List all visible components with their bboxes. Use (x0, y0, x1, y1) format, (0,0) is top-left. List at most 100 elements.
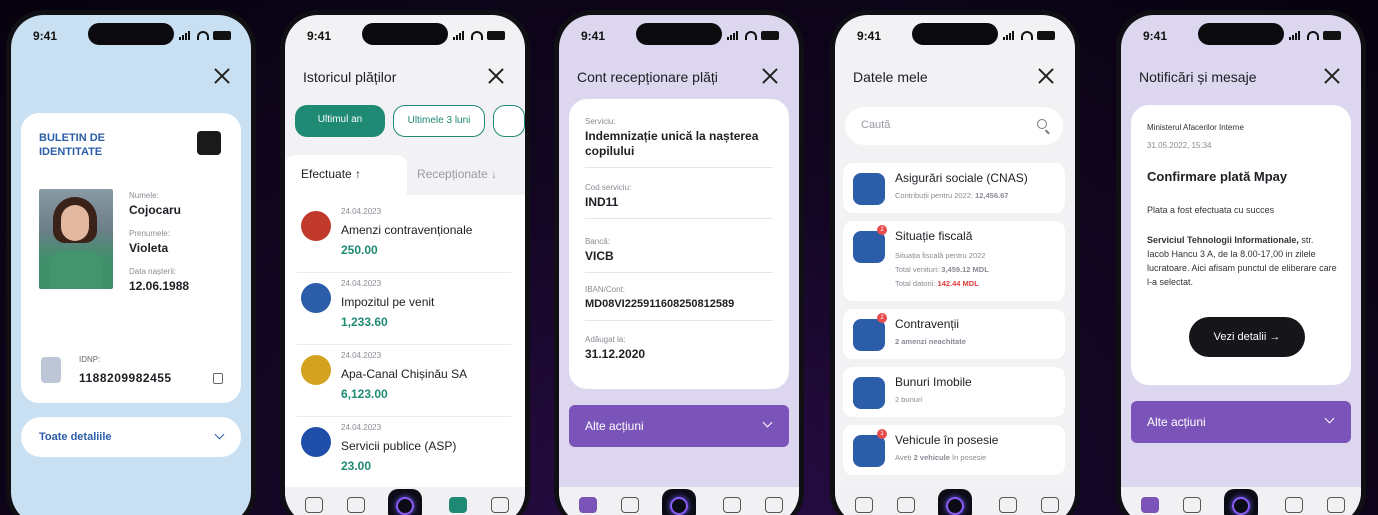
data-item-fiscal[interactable]: 2 Situație fiscală Situația fiscală pentru… (843, 221, 1065, 301)
documents-tab-icon[interactable] (1183, 497, 1201, 513)
battery-icon (487, 30, 505, 40)
history-screen: 9:41 Istoricul plăților Ultimul an Ultim… (285, 15, 525, 515)
home-tab-icon[interactable] (938, 489, 972, 515)
car-icon (853, 435, 885, 467)
signal-icon (727, 30, 741, 40)
code-value: IND11 (585, 195, 619, 209)
asp-logo-icon (301, 427, 331, 457)
documents-tab-icon[interactable] (897, 497, 915, 513)
identity-screen: 9:41 BULETIN DE IDENTITATE Numele: Cojoca… (11, 15, 251, 515)
services-tab-icon[interactable] (1041, 497, 1059, 513)
first-name-label: Prenumele: (129, 229, 170, 238)
tab-received[interactable]: Recepționate ↓ (417, 167, 497, 181)
id-photo (39, 189, 113, 289)
search-input[interactable]: Caută (845, 107, 1063, 145)
documents-tab-icon[interactable] (621, 497, 639, 513)
last-name-label: Numele: (129, 191, 159, 200)
data-item-vehicles[interactable]: 1 Vehicule în posesie Aveți 2 vehicule în … (843, 425, 1065, 475)
service-label: Serviciu: (585, 117, 616, 126)
added-label: Adăugat la: (585, 335, 626, 344)
status-time: 9:41 (307, 29, 332, 43)
tax-emblem-icon (301, 283, 331, 313)
filter-settings-icon[interactable] (493, 105, 525, 137)
all-details-dropdown[interactable]: Toate detaliile (21, 417, 241, 457)
gavel-icon (853, 319, 885, 351)
home-tab-icon[interactable] (388, 489, 422, 515)
tab-done[interactable]: Efectuate ↑ (285, 155, 407, 195)
profile-tab-icon[interactable] (855, 497, 873, 513)
idnp-value: 1188209982455 (79, 371, 172, 385)
status-time: 9:41 (33, 29, 58, 43)
battery-icon (1323, 30, 1341, 40)
data-item-real-estate[interactable]: Bunuri Imobile 2 bunuri (843, 367, 1065, 417)
page-title: Datele mele (853, 69, 928, 85)
signal-icon (453, 30, 467, 40)
data-item-cnas[interactable]: Asigurări sociale (CNAS) Contribuții pent… (843, 163, 1065, 213)
service-value: Indemnizație unică la nașterea copilului (585, 129, 759, 158)
notification-card: Ministerul Afacerilor Interne 31.05.2022… (1131, 105, 1351, 385)
services-tab-icon[interactable] (491, 497, 509, 513)
payment-item[interactable]: 24.04.2023 Impozitul pe venit 1,233.60 (297, 273, 511, 345)
chevron-down-icon (762, 417, 773, 428)
profile-tab-icon[interactable] (305, 497, 323, 513)
services-tab-icon[interactable] (765, 497, 783, 513)
copy-icon[interactable] (213, 373, 223, 384)
wallet-tab-icon[interactable] (999, 497, 1017, 513)
wallet-tab-icon[interactable] (723, 497, 741, 513)
phone-identity: 9:41 BULETIN DE IDENTITATE Numele: Cojoca… (6, 10, 256, 515)
signal-icon (1289, 30, 1303, 40)
shield-icon (853, 173, 885, 205)
chevron-down-icon (1324, 413, 1335, 424)
last-name-value: Cojocaru (129, 203, 182, 217)
wifi-icon (745, 30, 757, 40)
filter-last-3-months[interactable]: Ultimele 3 luni (393, 105, 485, 137)
police-emblem-icon (301, 211, 331, 241)
bank-label: Bancă: (585, 237, 610, 246)
other-actions-button[interactable]: Alte acțiuni (569, 405, 789, 447)
filter-last-year[interactable]: Ultimul an (295, 105, 385, 137)
phone-history: 9:41 Istoricul plăților Ultimul an Ultim… (280, 10, 530, 515)
other-actions-button[interactable]: Alte acțiuni (1131, 401, 1351, 443)
payments-list: 24.04.2023 Amenzi contravenționale 250.00 … (285, 195, 525, 487)
view-details-button[interactable]: Vezi detalii → (1189, 317, 1305, 357)
notch (88, 23, 174, 45)
home-tab-icon[interactable] (662, 489, 696, 515)
home-tab-icon[interactable] (1224, 489, 1258, 515)
my-data-screen: 9:41 Datele mele Caută Asigurări sociale… (835, 15, 1075, 515)
wallet-tab-icon[interactable] (1285, 497, 1303, 513)
close-icon[interactable] (1035, 65, 1057, 87)
search-icon (1037, 119, 1047, 129)
payment-item[interactable]: 24.04.2023 Apa-Canal Chișinău SA 6,123.00 (297, 345, 511, 417)
payment-item[interactable]: 24.04.2023 Servicii publice (ASP) 23.00 (297, 417, 511, 489)
wallet-tab-icon[interactable] (449, 497, 467, 513)
signal-icon (1003, 30, 1017, 40)
qr-code-icon[interactable] (197, 131, 221, 155)
tab-bar (285, 487, 525, 515)
signal-icon (179, 30, 193, 40)
birth-date-label: Data nașterii: (129, 267, 177, 276)
status-time: 9:41 (857, 29, 882, 43)
coat-of-arms-icon (41, 357, 61, 383)
search-placeholder: Caută (861, 119, 891, 131)
tab-bar (559, 487, 799, 515)
notifications-screen: 9:41 Notificări și mesaje Ministerul Afa… (1121, 15, 1361, 515)
first-name-value: Violeta (129, 241, 169, 255)
profile-tab-icon[interactable] (579, 497, 597, 513)
wifi-icon (1021, 30, 1033, 40)
close-icon[interactable] (759, 65, 781, 87)
notification-bold: Serviciul Tehnologii Informationale, (1147, 235, 1299, 245)
documents-tab-icon[interactable] (347, 497, 365, 513)
notification-source: Ministerul Afacerilor Interne (1147, 123, 1244, 132)
iban-value: MD08VI225911608250812589 (585, 298, 735, 310)
water-company-icon (301, 355, 331, 385)
close-icon[interactable] (1321, 65, 1343, 87)
receipt-screen: 9:41 Cont recepționare plăți Serviciu: In… (559, 15, 799, 515)
payment-item[interactable]: 24.04.2023 Amenzi contravenționale 250.00 (297, 201, 511, 273)
close-icon[interactable] (485, 65, 507, 87)
close-icon[interactable] (211, 65, 233, 87)
other-actions-label: Alte acțiuni (585, 419, 644, 433)
data-item-offences[interactable]: 2 Contravenții 2 amenzi neachitate (843, 309, 1065, 359)
tax-icon (853, 231, 885, 263)
profile-tab-icon[interactable] (1141, 497, 1159, 513)
services-tab-icon[interactable] (1327, 497, 1345, 513)
